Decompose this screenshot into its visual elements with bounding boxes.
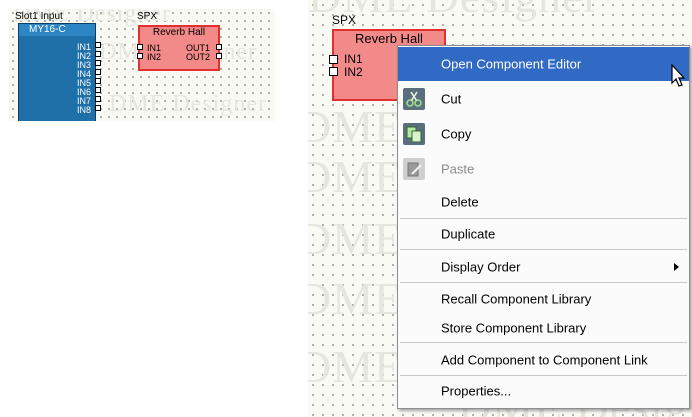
small-canvas[interactable]: DME Designer DME Designer DME Designer S… — [9, 9, 275, 121]
slot-label: Slot1 Input — [15, 11, 63, 22]
output-pin[interactable] — [95, 105, 101, 111]
input-port-label: IN2 — [344, 65, 363, 79]
menu-item-label: Duplicate — [441, 226, 496, 242]
input-pin[interactable] — [329, 55, 338, 64]
context-menu: Open Component Editor Cut Copy Paste Del… — [397, 45, 690, 409]
port-label: IN8 — [77, 105, 92, 115]
menu-item-add-component-to-link[interactable]: Add Component to Component Link — [398, 343, 689, 377]
menu-item-open-component-editor[interactable]: Open Component Editor — [398, 47, 689, 81]
menu-item-delete[interactable]: Delete — [398, 185, 689, 219]
menu-item-label: Properties... — [441, 383, 512, 399]
output-pin[interactable] — [95, 87, 101, 93]
output-pin[interactable] — [216, 53, 222, 59]
reverb-hall-component[interactable]: Reverb Hall IN1 IN2 OUT1 OUT2 — [138, 25, 220, 71]
mouse-cursor-icon — [671, 64, 686, 87]
input-pin[interactable] — [137, 44, 143, 50]
menu-item-duplicate[interactable]: Duplicate — [398, 217, 689, 251]
output-pin[interactable] — [95, 69, 101, 75]
output-pin[interactable] — [95, 60, 101, 66]
input-pin[interactable] — [329, 67, 338, 76]
output-pin[interactable] — [216, 44, 222, 50]
menu-item-label: Copy — [441, 126, 472, 142]
menu-item-label: Paste — [441, 161, 475, 177]
menu-item-label: Open Component Editor — [441, 56, 582, 72]
output-pin[interactable] — [95, 42, 101, 48]
output-port-label: OUT2 — [186, 52, 211, 62]
menu-item-label: Store Component Library — [441, 320, 587, 336]
spx-label: SPX — [137, 11, 158, 22]
menu-item-label: Delete — [441, 194, 479, 210]
watermark-text: DME Designer — [109, 91, 267, 117]
spx-label: SPX — [332, 13, 357, 27]
output-pin[interactable] — [95, 78, 101, 84]
output-pin[interactable] — [95, 51, 101, 57]
menu-item-store-component-library[interactable]: Store Component Library — [398, 311, 689, 345]
menu-item-label: Recall Component Library — [441, 291, 592, 307]
submenu-arrow-icon — [674, 263, 679, 271]
my16c-title: MY16-C — [19, 24, 95, 36]
input-port-label: IN2 — [147, 52, 162, 62]
paste-icon — [403, 158, 425, 180]
copy-icon — [403, 123, 425, 145]
menu-item-paste[interactable]: Paste — [398, 152, 689, 186]
input-pin[interactable] — [137, 53, 143, 59]
scissors-icon — [403, 88, 425, 110]
my16c-component[interactable]: MY16-C IN1 IN2 IN3 IN4 IN5 IN6 IN7 IN8 — [18, 23, 96, 121]
menu-item-properties[interactable]: Properties... — [398, 376, 689, 406]
reverb-hall-title: Reverb Hall — [152, 27, 206, 38]
menu-item-display-order[interactable]: Display Order — [398, 250, 689, 284]
menu-item-copy[interactable]: Copy — [398, 117, 689, 151]
output-pin[interactable] — [95, 96, 101, 102]
menu-item-cut[interactable]: Cut — [398, 82, 689, 116]
menu-item-label: Cut — [441, 91, 462, 107]
menu-item-label: Display Order — [441, 259, 521, 275]
menu-item-label: Add Component to Component Link — [441, 352, 648, 368]
